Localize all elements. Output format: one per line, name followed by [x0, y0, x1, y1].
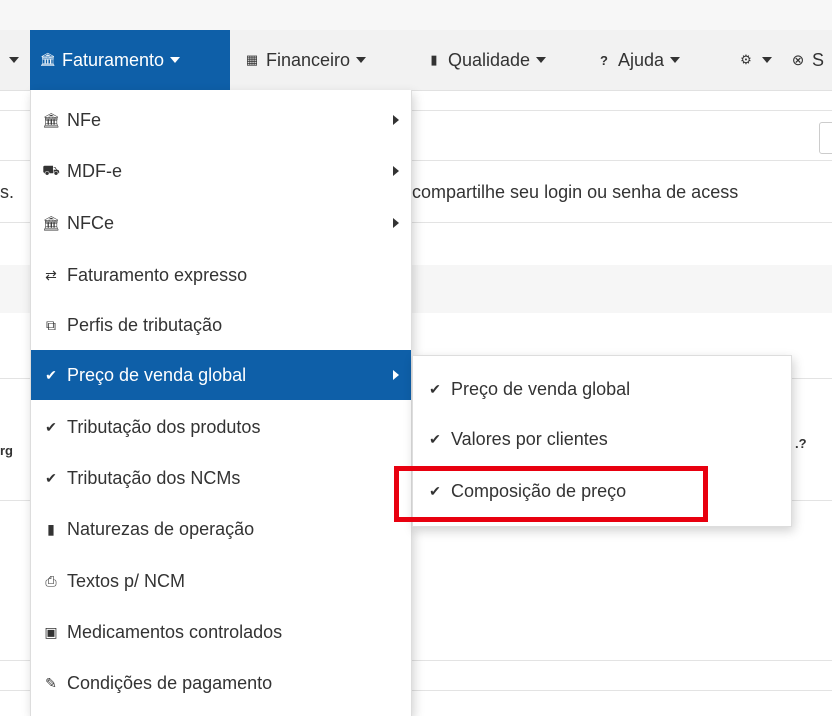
clipboard-icon: ⎙ [45, 572, 57, 589]
menu-item-label: Perfis de tributação [67, 314, 223, 335]
menu-item-perfis-tributacao[interactable]: ⧉ Perfis de tributação [31, 300, 411, 350]
bank-icon: 🏛 [39, 52, 57, 67]
faturamento-dropdown: 🏛 NFe ⛟ MDF-e 🏛 NFCe ⇄ Faturamento expre… [30, 90, 412, 716]
menu-item-label: Condições de pagamento [67, 672, 273, 693]
menu-item-label: Tributação dos NCMs [67, 467, 241, 488]
menu-item-label: Naturezas de operação [67, 518, 255, 539]
chevron-right-icon [393, 370, 399, 380]
nav-faturamento[interactable]: 🏛 Faturamento [30, 30, 230, 90]
menu-item-label: Medicamentos controlados [67, 621, 283, 642]
nav-ajuda-label: Ajuda [618, 49, 665, 70]
book-icon: ▮ [47, 520, 55, 537]
chevron-down-icon [170, 57, 181, 63]
menu-item-nfce[interactable]: 🏛 NFCe [31, 198, 411, 248]
check-icon: ✔ [429, 430, 441, 447]
pencil-icon: ✎ [45, 674, 57, 691]
gear-icon: ⚙ [740, 52, 752, 67]
tags-icon: ⧉ [46, 316, 56, 333]
menu-item-nfe[interactable]: 🏛 NFe [31, 95, 411, 145]
menu-item-label: Tributação dos produtos [67, 416, 261, 437]
menu-item-label: NFCe [67, 212, 115, 233]
nav-exit[interactable]: ⊗ S [790, 30, 824, 90]
menu-item-label: Faturamento expresso [67, 264, 248, 285]
submenu-item-valores-clientes[interactable]: ✔ Valores por clientes [413, 414, 791, 464]
check-icon: ✔ [45, 366, 57, 383]
table-icon: ▦ [245, 52, 259, 67]
menu-item-naturezas-operacao[interactable]: ▮ Naturezas de operação [31, 504, 411, 554]
menu-item-textos-ncm[interactable]: ⎙ Textos p/ NCM [31, 556, 411, 606]
panel-toggle-button[interactable] [819, 122, 832, 154]
menu-item-tributacao-produtos[interactable]: ✔ Tributação dos produtos [31, 402, 411, 452]
nav-exit-label: S [812, 49, 825, 70]
transfer-icon: ⇄ [45, 266, 57, 283]
check-icon: ✔ [45, 469, 57, 486]
chevron-right-icon [393, 166, 399, 176]
notice-text-left: s. [0, 182, 15, 202]
circle-x-icon: ⊗ [791, 52, 805, 69]
nav-faturamento-label: Faturamento [62, 49, 165, 70]
nav-financeiro-label: Financeiro [266, 49, 351, 70]
bank-icon: 🏛 [42, 111, 60, 128]
check-icon: ✔ [429, 380, 441, 397]
menu-item-tributacao-ncms[interactable]: ✔ Tributação dos NCMs [31, 453, 411, 503]
menu-item-medicamentos[interactable]: ▣ Medicamentos controlados [31, 607, 411, 657]
nav-settings[interactable]: ⚙ [738, 30, 772, 90]
menu-item-faturamento-expresso[interactable]: ⇄ Faturamento expresso [31, 250, 411, 300]
medkit-icon: ▣ [44, 623, 58, 640]
submenu-item-preco-venda-global[interactable]: ✔ Preço de venda global [413, 364, 791, 414]
chevron-down-icon [762, 57, 772, 63]
chevron-right-icon [393, 115, 399, 125]
question-icon: ? [600, 52, 608, 68]
nav-qualidade[interactable]: ▮ Qualidade [426, 30, 547, 90]
bank-icon: 🏛 [42, 214, 60, 231]
menu-item-label: Preço de venda global [67, 364, 247, 385]
nav-prev-caret[interactable] [0, 30, 28, 90]
menu-item-condicoes-pagamento[interactable]: ✎ Condições de pagamento [31, 658, 411, 708]
chevron-down-icon [356, 57, 367, 63]
nav-ajuda[interactable]: ? Ajuda [596, 30, 681, 90]
menu-item-label: NFe [67, 109, 102, 130]
menu-item-mdfe[interactable]: ⛟ MDF-e [31, 146, 411, 196]
highlight-box [394, 466, 708, 522]
chevron-down-icon [536, 57, 547, 63]
chevron-down-icon [670, 57, 681, 63]
truck-icon: ⛟ [42, 161, 60, 178]
nav-financeiro[interactable]: ▦ Financeiro [244, 30, 367, 90]
submenu-item-label: Preço de venda global [451, 378, 631, 399]
nav-qualidade-label: Qualidade [448, 49, 531, 70]
menu-item-label: MDF-e [67, 160, 122, 181]
chevron-right-icon [393, 218, 399, 228]
book-icon: ▮ [430, 52, 438, 67]
menu-item-preco-venda-global[interactable]: ✔ Preço de venda global [31, 350, 411, 400]
top-strip [0, 0, 832, 30]
navbar: 🏛 Faturamento ▦ Financeiro ▮ Qualidade ?… [0, 30, 832, 91]
table-header-right: .? [795, 436, 807, 451]
menu-item-label: Textos p/ NCM [67, 570, 186, 591]
notice-text: compartilhe seu login ou senha de acess [412, 182, 739, 202]
submenu-item-label: Valores por clientes [451, 428, 608, 449]
table-header-left: rg [0, 443, 13, 458]
check-icon: ✔ [45, 418, 57, 435]
